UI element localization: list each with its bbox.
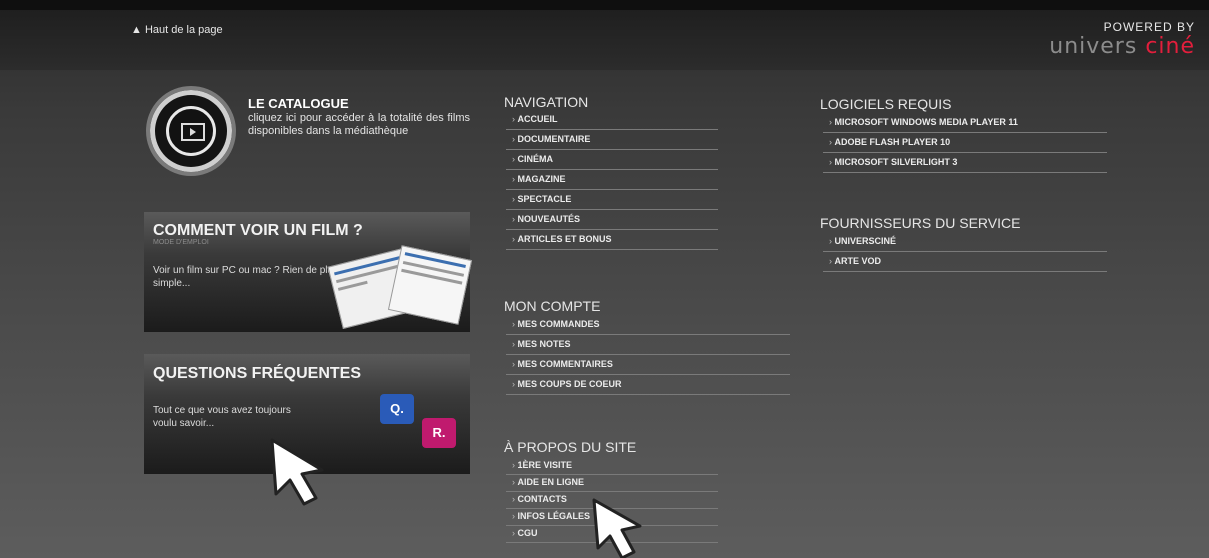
nav-item-magazine[interactable]: MAGAZINE <box>506 170 718 190</box>
catalogue-title[interactable]: LE CATALOGUE <box>248 96 349 111</box>
providers-list: UNIVERSCINÉ ARTE VOD <box>823 232 1107 272</box>
software-item-wmp[interactable]: MICROSOFT WINDOWS MEDIA PLAYER 11 <box>823 113 1107 133</box>
card-title: COMMENT VOIR UN FILM ? <box>153 222 363 239</box>
software-heading: LOGICIELS REQUIS <box>820 96 952 112</box>
card-text: Voir un film sur PC ou mac ? Rien de plu… <box>153 265 339 289</box>
film-reel-icon <box>166 106 216 156</box>
software-list: MICROSOFT WINDOWS MEDIA PLAYER 11 ADOBE … <box>823 113 1107 173</box>
nav-item-accueil[interactable]: ACCUEIL <box>506 110 718 130</box>
pointer-cursor-icon <box>270 438 324 506</box>
question-bubble-icon: Q. <box>380 394 414 424</box>
powered-by: POWERED BY univers ciné <box>1049 20 1195 59</box>
nav-item-articles-bonus[interactable]: ARTICLES ET BONUS <box>506 230 718 250</box>
card-subtitle: MODE D'EMPLOI <box>153 239 209 246</box>
navigation-list: ACCUEIL DOCUMENTAIRE CINÉMA MAGAZINE SPE… <box>506 110 718 250</box>
powered-by-label: POWERED BY <box>1103 20 1195 34</box>
back-to-top-link[interactable]: ▲ Haut de la page <box>131 24 223 36</box>
navigation-heading: NAVIGATION <box>504 94 589 110</box>
how-to-watch-card[interactable]: COMMENT VOIR UN FILM ? MODE D'EMPLOI Voi… <box>144 212 473 332</box>
card-title: QUESTIONS FRÉQUENTES <box>153 365 362 382</box>
universcine-logo[interactable]: univers ciné <box>1049 34 1195 59</box>
catalogue-description[interactable]: cliquez ici pour accéder à la totalité d… <box>248 112 470 138</box>
about-item-aide[interactable]: AIDE EN LIGNE <box>506 475 718 492</box>
nav-item-spectacle[interactable]: SPECTACLE <box>506 190 718 210</box>
answer-bubble-icon: R. <box>422 418 456 448</box>
catalogue-icon[interactable] <box>146 86 236 176</box>
provider-item-universcine[interactable]: UNIVERSCINÉ <box>823 232 1107 252</box>
providers-heading: FOURNISSEURS DU SERVICE <box>820 215 1021 231</box>
account-item-coups-de-coeur[interactable]: MES COUPS DE COEUR <box>506 375 790 395</box>
nav-item-documentaire[interactable]: DOCUMENTAIRE <box>506 130 718 150</box>
about-item-premiere-visite[interactable]: 1ÈRE VISITE <box>506 458 718 475</box>
software-item-silverlight[interactable]: MICROSOFT SILVERLIGHT 3 <box>823 153 1107 173</box>
account-heading: MON COMPTE <box>504 298 601 314</box>
about-heading: À PROPOS DU SITE <box>504 439 637 455</box>
card-text: Tout ce que vous avez toujours voulu sav… <box>153 405 291 429</box>
account-item-commandes[interactable]: MES COMMANDES <box>506 315 790 335</box>
nav-item-cinema[interactable]: CINÉMA <box>506 150 718 170</box>
account-item-notes[interactable]: MES NOTES <box>506 335 790 355</box>
software-item-flash[interactable]: ADOBE FLASH PLAYER 10 <box>823 133 1107 153</box>
header-band <box>0 10 1209 70</box>
nav-item-nouveautes[interactable]: NOUVEAUTÉS <box>506 210 718 230</box>
provider-item-arte-vod[interactable]: ARTE VOD <box>823 252 1107 272</box>
top-bar <box>0 0 1209 10</box>
account-item-commentaires[interactable]: MES COMMENTAIRES <box>506 355 790 375</box>
pointer-cursor-icon <box>592 498 642 558</box>
account-list: MES COMMANDES MES NOTES MES COMMENTAIRES… <box>506 315 790 395</box>
